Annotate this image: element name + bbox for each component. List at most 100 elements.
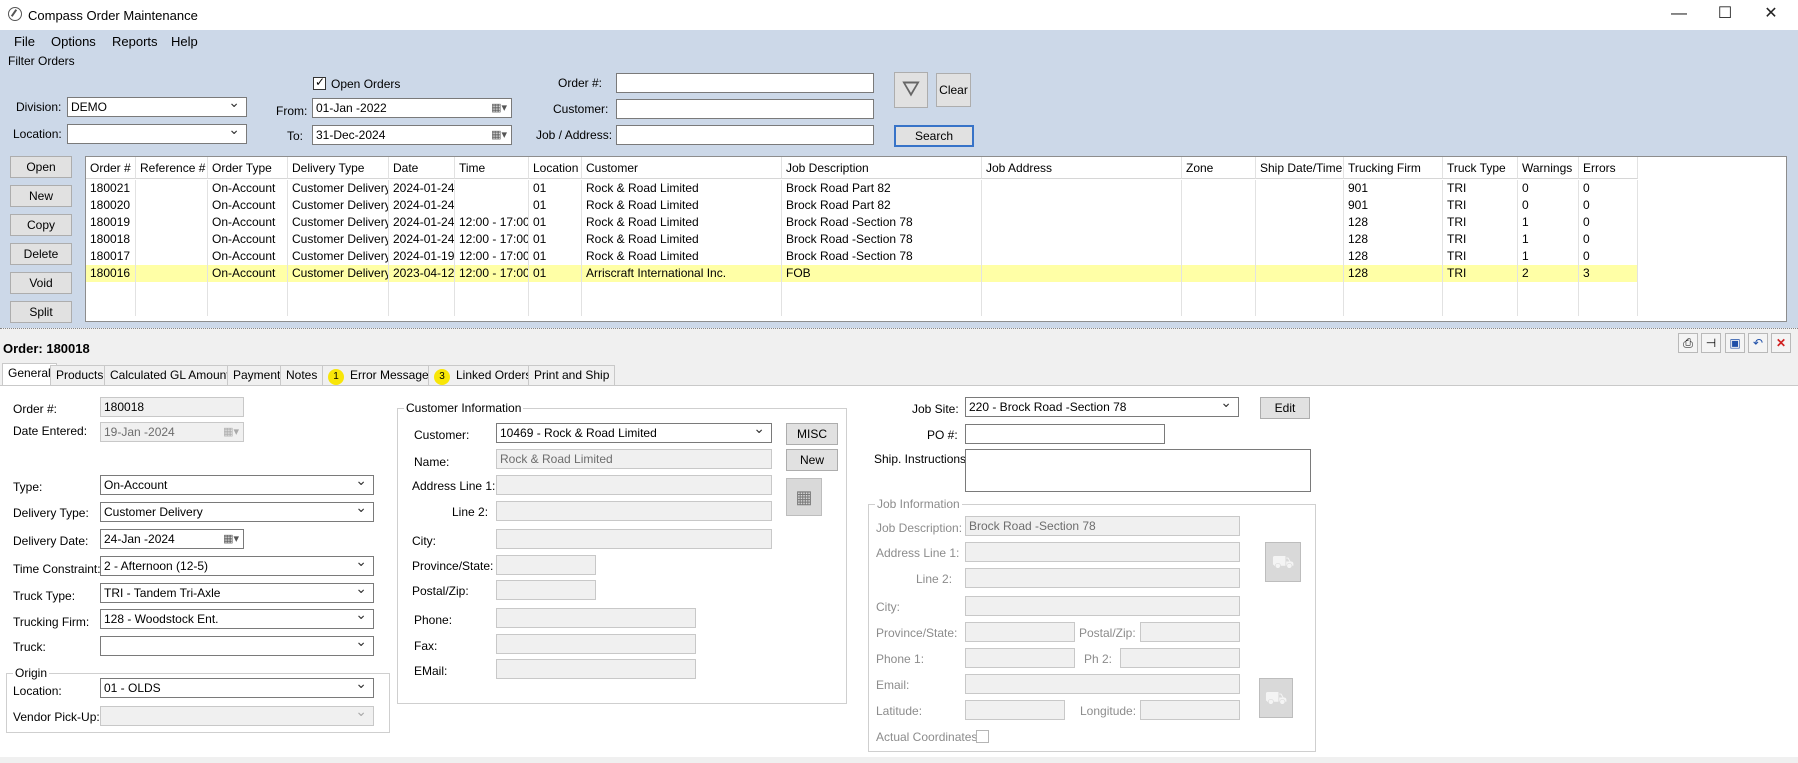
tab-general[interactable]: General <box>2 363 57 385</box>
tab-calculated-gl-amounts[interactable]: Calculated GL Amounts <box>104 365 242 385</box>
edit-job-site-button[interactable]: Edit <box>1260 397 1310 419</box>
table-cell: 01 <box>529 180 582 197</box>
table-row[interactable] <box>86 282 1638 299</box>
copy-button[interactable]: Copy <box>10 214 72 236</box>
from-date-picker[interactable]: 01-Jan -2022 <box>312 98 512 118</box>
customer-province-field <box>496 555 596 575</box>
menu-help[interactable]: Help <box>171 34 198 49</box>
truck-select[interactable] <box>100 636 374 656</box>
print-button[interactable]: ⎙ <box>1678 333 1698 353</box>
column-header[interactable]: Errors <box>1579 157 1638 179</box>
latitude-label: Latitude: <box>876 704 923 718</box>
new-button[interactable]: New <box>10 185 72 207</box>
tab-print-and-ship[interactable]: Print and Ship <box>528 365 616 385</box>
tab-notes[interactable]: Notes <box>280 365 324 385</box>
order-number-input[interactable] <box>616 73 874 93</box>
menu-reports[interactable]: Reports <box>112 34 158 49</box>
table-row[interactable]: 180019 On-Account Customer Delivery 2024-01… <box>86 214 1638 231</box>
table-cell: Brock Road -Section 78 <box>782 231 982 248</box>
orders-grid[interactable]: Order # Reference # Order Type Delivery … <box>85 156 1787 322</box>
column-header[interactable]: Delivery Type <box>288 157 389 179</box>
column-header[interactable]: Trucking Firm <box>1344 157 1443 179</box>
table-row[interactable]: 180017 On-Account Customer Delivery 2024-01… <box>86 248 1638 265</box>
open-orders-checkbox[interactable] <box>313 75 326 90</box>
division-select[interactable]: DEMO <box>67 97 247 117</box>
menu-file[interactable]: File <box>14 34 35 49</box>
column-header[interactable]: Order Type <box>208 157 288 179</box>
delivery-type-select[interactable]: Customer Delivery <box>100 502 374 522</box>
table-row[interactable]: 180020 On-Account Customer Delivery 2024-01… <box>86 197 1638 214</box>
job-ph2-label: Ph 2: <box>1084 652 1113 666</box>
vendor-pickup-label: Vendor Pick-Up: <box>13 710 100 724</box>
customer-select[interactable]: 10469 - Rock & Road Limited <box>496 423 772 443</box>
filter-funnel-button[interactable]: ⛛ <box>894 72 928 108</box>
order-number-label: Order #: <box>558 76 603 90</box>
split-button[interactable]: Split <box>10 301 72 323</box>
table-row[interactable]: 180021 On-Account Customer Delivery 2024-01… <box>86 180 1638 197</box>
column-header[interactable]: Truck Type <box>1443 157 1518 179</box>
table-row[interactable] <box>86 299 1638 316</box>
tab-products[interactable]: Products <box>50 365 110 385</box>
column-header[interactable]: Warnings <box>1518 157 1579 179</box>
column-header[interactable]: Reference # <box>136 157 208 179</box>
search-button[interactable]: Search <box>894 125 974 147</box>
table-cell <box>86 282 136 299</box>
latitude-field <box>965 700 1065 720</box>
splitter[interactable] <box>0 328 1798 330</box>
pin-button[interactable]: ⊣ <box>1701 333 1721 353</box>
truck-type-select[interactable]: TRI - Tandem Tri-Axle <box>100 583 374 603</box>
table-cell: 1 <box>1518 248 1579 265</box>
job-email-label: Email: <box>876 678 910 692</box>
job-phone1-field <box>965 648 1075 668</box>
maximize-button[interactable]: ☐ <box>1702 0 1748 30</box>
tab-linked-orders[interactable]: 3 Linked Orders <box>428 365 538 385</box>
tab-payment[interactable]: Payment <box>227 365 287 385</box>
job-site-select[interactable]: 220 - Brock Road -Section 78 <box>965 397 1239 417</box>
table-cell: TRI <box>1443 231 1518 248</box>
undo-button[interactable]: ↶ <box>1748 333 1768 353</box>
tab-error-messages[interactable]: 1 Error Messages <box>322 365 441 385</box>
location-select[interactable] <box>67 124 247 144</box>
customer-filter-input[interactable] <box>616 99 874 119</box>
column-header[interactable]: Job Address <box>982 157 1182 179</box>
column-header[interactable]: Ship Date/Time <box>1256 157 1344 179</box>
table-cell: 128 <box>1344 248 1443 265</box>
column-header[interactable]: Zone <box>1182 157 1256 179</box>
minimize-button[interactable]: — <box>1656 0 1702 30</box>
table-cell <box>136 265 208 282</box>
customer-building-button[interactable]: ▦ <box>786 478 822 516</box>
ship-instructions-textarea[interactable] <box>965 449 1311 492</box>
menu-options[interactable]: Options <box>51 34 96 49</box>
type-select[interactable]: On-Account <box>100 475 374 495</box>
void-button[interactable]: Void <box>10 272 72 294</box>
column-header[interactable]: Order # <box>86 157 136 179</box>
column-header[interactable]: Date <box>389 157 455 179</box>
open-button[interactable]: Open <box>10 156 72 178</box>
close-order-button[interactable]: ✕ <box>1771 333 1791 353</box>
to-date-picker[interactable]: 31-Dec-2024 <box>312 125 512 145</box>
time-constraint-select[interactable]: 2 - Afternoon (12-5) <box>100 556 374 576</box>
trucking-firm-select[interactable]: 128 - Woodstock Ent. <box>100 609 374 629</box>
table-cell <box>1182 299 1256 316</box>
column-header[interactable]: Customer <box>582 157 782 179</box>
job-address2-field <box>965 568 1240 588</box>
table-cell <box>389 282 455 299</box>
column-header[interactable]: Job Description <box>782 157 982 179</box>
save-button[interactable]: ▣ <box>1725 333 1745 353</box>
delivery-date-picker[interactable]: 24-Jan -2024 <box>100 529 244 549</box>
po-number-input[interactable] <box>965 424 1165 444</box>
delete-button[interactable]: Delete <box>10 243 72 265</box>
job-address-input[interactable] <box>616 125 874 145</box>
column-header[interactable]: Location <box>529 157 582 179</box>
close-window-button[interactable]: ✕ <box>1748 0 1794 30</box>
customer-province-label: Province/State: <box>412 559 494 573</box>
customer-info-group-label: Customer Information <box>404 401 524 415</box>
origin-location-select[interactable]: 01 - OLDS <box>100 678 374 698</box>
table-row[interactable]: 180018 On-Account Customer Delivery 2024-01… <box>86 231 1638 248</box>
column-header[interactable]: Time <box>455 157 529 179</box>
clear-button[interactable]: Clear <box>936 73 971 107</box>
new-customer-button[interactable]: New <box>786 449 838 471</box>
misc-button[interactable]: MISC <box>786 423 838 445</box>
table-cell <box>1518 282 1579 299</box>
table-row[interactable]: 180016 On-Account Customer Delivery 2023-04… <box>86 265 1638 282</box>
